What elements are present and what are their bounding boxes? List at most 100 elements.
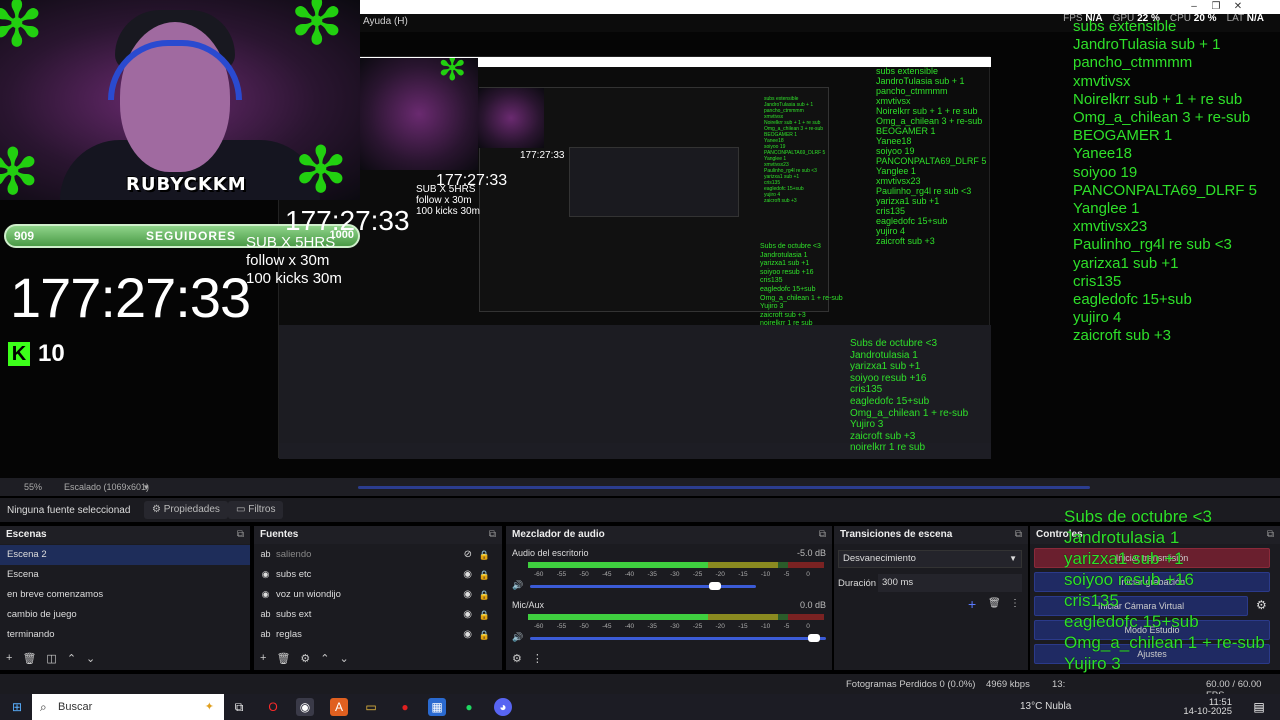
subs-list: subs extensible JandroTulasia sub + 1 panc… [1073,18,1257,346]
close-icon[interactable]: ✕ [1228,0,1248,14]
preview-scrollbar[interactable] [358,486,1090,489]
october-entry: noirelkrr 1 re sub [760,320,813,328]
menu-help[interactable]: Ayuda (H) [363,16,408,27]
add-icon[interactable]: + [260,652,266,664]
scale-mode[interactable]: Escalado (1069x601) [64,482,149,492]
kick-logo-icon: K [8,342,30,366]
lock-icon[interactable]: 🔒 [479,565,490,585]
meter-tick-label: -15 [738,571,748,578]
popout-icon[interactable]: ⧉ [237,526,244,544]
october-entry: yarizxa1 sub +1 [1064,549,1184,568]
popout-icon[interactable]: ⧉ [1015,526,1022,544]
october-entry: soiyoo resub +16 [760,268,814,276]
opera-icon[interactable]: O [264,698,282,716]
sub-entry: PANCONPALTA69_DLRF 5 [1073,181,1257,199]
october-entry: eagledofc 15+sub [850,395,930,407]
obs-icon[interactable]: ◉ [296,698,314,716]
meter-tick-label: -45 [602,623,612,630]
transition-select[interactable]: Desvanecimiento ▼ [838,550,1022,568]
source-item[interactable]: ◉ subs etc ◉ 🔒 [254,565,502,585]
trash-icon[interactable]: 🗑 [276,652,290,665]
chevron-down-icon[interactable]: ⌄ [86,652,95,665]
volume-knob[interactable] [808,634,821,642]
gear-icon[interactable]: ⚙ [300,652,310,665]
store-icon[interactable]: ▦ [428,698,446,716]
eye-icon[interactable]: ◉ [463,625,472,645]
lock-icon[interactable]: 🔒 [479,605,490,625]
meter-tick-label: -40 [624,623,635,630]
chevron-down-icon[interactable]: ▾ [144,482,149,493]
more-icon[interactable]: ⋮ [1010,598,1020,609]
eye-icon[interactable]: ◉ [463,565,472,585]
source-item[interactable]: ab subs ext ◉ 🔒 [254,605,502,625]
gear-icon[interactable]: ⚙ [512,652,522,665]
scene-item[interactable]: terminando [0,625,250,645]
taskbar-search[interactable]: ⌕ Buscar ✦ [32,694,224,720]
minimize-icon[interactable]: – [1184,0,1204,14]
windows-start-icon[interactable]: ⊞ [8,698,26,716]
source-item[interactable]: ab saliendo ⊘ 🔒 [254,545,502,565]
eye-icon[interactable]: ◉ [463,605,472,625]
lock-icon[interactable]: 🔒 [479,545,490,565]
zoom-level[interactable]: 55% [24,482,42,492]
webcam-name: RUBYCKKM [126,174,247,195]
sub-entry: Yanglee 1 [1073,200,1140,218]
scene-item[interactable]: en breve comenzamos [0,585,250,605]
volume-slider[interactable] [530,582,756,590]
scene-item[interactable]: cambio de juego [0,605,250,625]
eye-hidden-icon[interactable]: ⊘ [464,545,472,565]
weather[interactable]: 13°C Nubla [1020,701,1071,712]
notification-icon[interactable]: ▤ [1250,698,1268,716]
trash-icon[interactable]: 🗑 [988,598,1001,609]
add-icon[interactable]: + [6,652,12,664]
add-icon[interactable]: + [968,596,976,612]
taskbar: ⊞ ⌕ Buscar ✦ ⧉ O ◉ A ▭ ● ▦ ● ◕ 13°C Nubla … [0,694,1280,720]
filters-button[interactable]: ▭ Filtros [228,501,284,519]
trash-icon[interactable]: 🗑 [22,652,36,665]
lock-icon[interactable]: 🔒 [479,585,490,605]
popout-icon[interactable]: ⧉ [1267,526,1274,544]
eye-icon[interactable]: ◉ [463,585,472,605]
lock-icon[interactable]: 🔒 [479,625,490,645]
october-entry: Omg_a_chilean 1 + re-sub [850,407,969,419]
more-icon[interactable]: ⋮ [532,652,543,665]
browser-icon: ◉ [261,589,270,599]
meter-tick-label: -60 [534,623,544,630]
chevron-down-icon[interactable]: ⌄ [340,652,349,665]
meter-tick-label: -45 [602,571,612,578]
popout-icon[interactable]: ⧉ [489,526,496,544]
sub-entry: yujiro 4 [1073,309,1122,327]
sub-entry: xmvtivsx23 [1073,218,1148,236]
app-red-icon[interactable]: ● [396,698,414,716]
task-view-icon[interactable]: ⧉ [230,698,248,716]
october-entry: cris135 [1064,591,1119,610]
october-entry: Subs de octubre <3 [760,243,821,250]
source-item[interactable]: ab reglas ◉ 🔒 [254,625,502,645]
october-entry: cris135 [850,384,883,396]
spotify-icon[interactable]: ● [460,698,478,716]
app-icon[interactable]: A [330,698,348,716]
meter-ticks: -60 -55 -50 -45 -40 -35 -30 -25 -20 -15 -10 -5 0 [534,571,829,578]
subs-list-nested: subs extensible JandroTulasia sub + 1 panc… [876,66,986,246]
popout-icon[interactable]: ⧉ [819,526,826,544]
source-item[interactable]: ◉ voz un wiondijo ◉ 🔒 [254,585,502,605]
properties-button[interactable]: ⚙ Propiedades [144,501,228,519]
filter-icon[interactable]: ◫ [46,652,56,665]
sub-entry: BEOGAMER 1 [1073,127,1173,145]
clock[interactable]: 11:51 14-10-2025 [1183,698,1232,717]
meter-tick-label: -30 [670,623,680,630]
scene-item[interactable]: Escena 2 [0,545,250,565]
chevron-up-icon[interactable]: ⌃ [67,652,76,665]
volume-knob[interactable] [709,582,722,590]
volume-icon[interactable]: 🔊 [512,580,523,591]
duration-input[interactable]: 300 ms [878,574,1022,592]
volume-slider[interactable] [530,634,826,642]
meter-tick-label: -10 [760,571,771,578]
folder-icon[interactable]: ▭ [362,698,380,716]
discord-icon[interactable]: ◕ [494,698,512,716]
chevron-up-icon[interactable]: ⌃ [320,652,329,665]
restore-icon[interactable]: ❐ [1206,0,1226,14]
october-entry: Omg_a_chilean 1 + re-sub [760,294,843,302]
scene-item[interactable]: Escena [0,565,250,585]
volume-icon[interactable]: 🔊 [512,632,523,643]
